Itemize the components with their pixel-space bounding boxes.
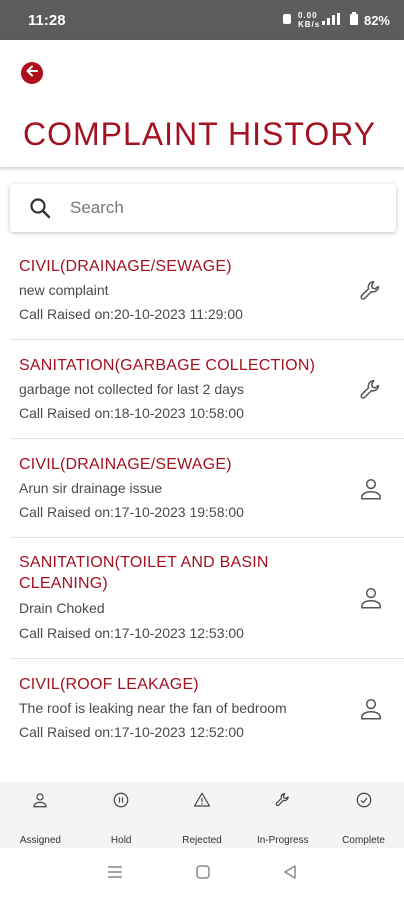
status-bar: 11:28 0.00 KB/s 82% xyxy=(0,0,404,40)
nav-label: Complete xyxy=(342,835,385,846)
complaint-description: new complaint xyxy=(19,282,109,298)
battery-level: 82% xyxy=(363,12,390,28)
person-icon[interactable] xyxy=(356,583,386,613)
status-time: 11:28 xyxy=(28,11,66,29)
search-input[interactable] xyxy=(70,198,370,218)
system-nav-bar xyxy=(0,848,404,900)
wrench-icon[interactable] xyxy=(356,276,386,306)
menu-icon[interactable] xyxy=(107,865,123,884)
wrench-icon xyxy=(274,790,292,810)
complaint-item[interactable]: CIVIL(DRAINAGE/SEWAGE) Arun sir drainage… xyxy=(10,439,404,538)
search-bar[interactable] xyxy=(10,184,396,232)
back-triangle-icon[interactable] xyxy=(283,864,297,885)
complaint-date: Call Raised on:18-10-2023 10:58:00 xyxy=(19,405,244,421)
signal-icon xyxy=(321,12,344,28)
nav-hold[interactable]: Hold xyxy=(81,782,162,848)
bottom-nav: Assigned Hold Rejected In-Progress Compl… xyxy=(0,782,404,848)
person-icon xyxy=(31,790,49,810)
notification-icon xyxy=(282,13,292,28)
nav-label: Hold xyxy=(110,835,132,846)
complaint-description: Drain Choked xyxy=(19,600,105,616)
complaint-description: The roof is leaking near the fan of bedr… xyxy=(19,700,287,716)
complaint-category: SANITATION(GARBAGE COLLECTION) xyxy=(19,357,316,374)
complaint-item[interactable]: CIVIL(ROOF LEAKAGE) The roof is leaking … xyxy=(10,659,404,758)
status-indicators: 0.00 KB/s 82% xyxy=(282,11,390,29)
nav-label: Assigned xyxy=(19,835,61,846)
complaint-category: CIVIL(DRAINAGE/SEWAGE) xyxy=(19,456,232,473)
home-icon[interactable] xyxy=(195,864,211,885)
nav-complete[interactable]: Complete xyxy=(323,782,404,848)
complaint-date: Call Raised on:17-10-2023 12:53:00 xyxy=(19,625,244,641)
complaint-date: Call Raised on:17-10-2023 19:58:00 xyxy=(19,504,244,520)
arrow-left-icon xyxy=(25,64,39,83)
person-icon[interactable] xyxy=(356,694,386,724)
page-title: COMPLAINT HISTORY xyxy=(23,116,377,152)
network-speed: 0.00 KB/s xyxy=(297,11,321,29)
complaint-category: CIVIL(ROOF LEAKAGE) xyxy=(19,676,199,693)
warning-icon xyxy=(193,790,211,810)
complaint-category: CIVIL(DRAINAGE/SEWAGE) xyxy=(19,258,232,275)
complaint-description: Arun sir drainage issue xyxy=(19,480,163,496)
person-icon[interactable] xyxy=(356,474,386,504)
complaint-item[interactable]: SANITATION(GARBAGE COLLECTION) garbage n… xyxy=(10,340,404,439)
app-header: COMPLAINT HISTORY xyxy=(0,40,404,167)
complaint-date: Call Raised on:20-10-2023 11:29:00 xyxy=(19,306,243,322)
complaint-item[interactable]: CIVIL(DRAINAGE/SEWAGE) new complaint Cal… xyxy=(10,242,404,340)
search-icon xyxy=(10,197,70,219)
complaint-description: garbage not collected for last 2 days xyxy=(19,381,244,397)
battery-icon xyxy=(349,12,358,28)
complaint-date: Call Raised on:17-10-2023 12:52:00 xyxy=(19,724,244,740)
nav-rejected[interactable]: Rejected xyxy=(162,782,243,848)
pause-icon xyxy=(112,790,130,810)
nav-label: In-Progress xyxy=(256,835,309,846)
complaint-item[interactable]: SANITATION(TOILET AND BASIN CLEANING) Dr… xyxy=(10,538,404,659)
nav-label: Rejected xyxy=(182,835,222,846)
complaint-category: SANITATION(TOILET AND BASIN CLEANING) xyxy=(19,554,269,592)
nav-in-progress[interactable]: In-Progress xyxy=(242,782,323,848)
wrench-icon[interactable] xyxy=(356,375,386,405)
nav-assigned[interactable]: Assigned xyxy=(0,782,81,848)
check-circle-icon xyxy=(355,790,373,810)
back-button[interactable] xyxy=(21,62,43,84)
